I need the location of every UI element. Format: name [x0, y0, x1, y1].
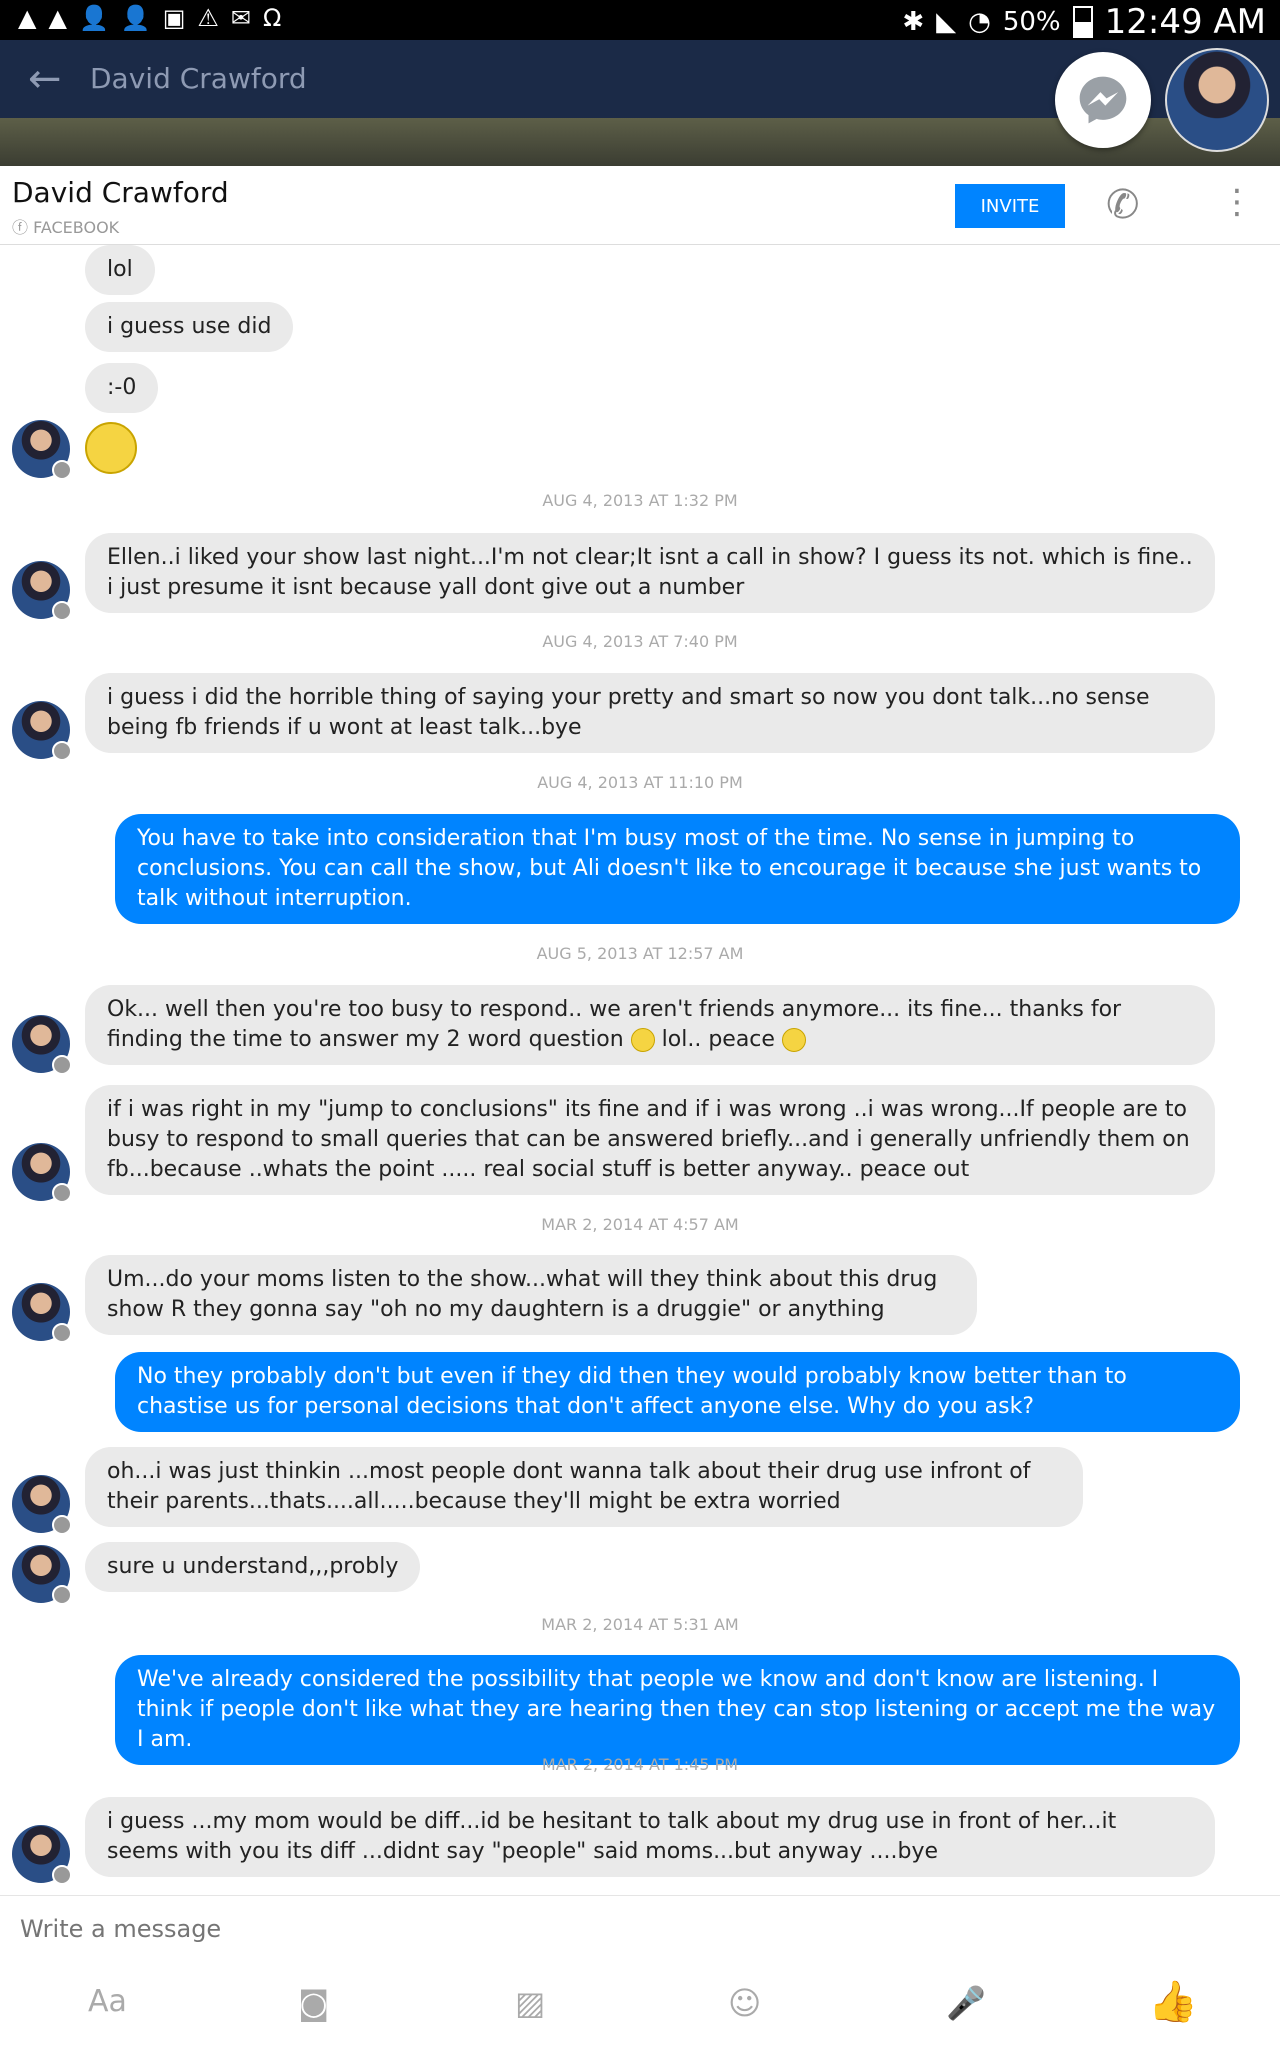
- person-add-icon: 👤: [78, 4, 109, 32]
- timestamp: MAR 2, 2014 AT 1:45 PM: [541, 1755, 739, 1774]
- message-input[interactable]: [18, 1914, 1222, 1944]
- message-bubble-sent[interactable]: You have to take into consideration that…: [115, 814, 1240, 924]
- message-bubble[interactable]: oh...i was just thinkin ...most people d…: [85, 1447, 1083, 1527]
- message-bubble[interactable]: i guess ...my mom would be diff...id be …: [85, 1797, 1215, 1877]
- notification-icon: ▲: [18, 4, 37, 32]
- facebook-badge-icon: [52, 1865, 72, 1885]
- message-bubble[interactable]: Um...do your moms listen to the show...w…: [85, 1255, 977, 1335]
- facebook-badge-icon: [52, 460, 72, 480]
- notification-icons: ▲ ▲ 👤 👤 ▣ ⚠ ✉ Ω: [18, 4, 281, 32]
- signal-icon: ◣: [936, 7, 957, 37]
- message-bubble-sent[interactable]: We've already considered the possibility…: [115, 1655, 1240, 1765]
- emoji-icon[interactable]: ☺: [728, 1984, 761, 2022]
- facebook-badge-icon: [52, 1323, 72, 1343]
- status-right: ✱ ◣ ◔ 50% 12:49 AM: [902, 2, 1266, 42]
- status-bar: ▲ ▲ 👤 👤 ▣ ⚠ ✉ Ω ✱ ◣ ◔ 50% 12:49 AM: [0, 0, 1280, 42]
- contact-source-label: FACEBOOK: [33, 218, 120, 237]
- text-format-button[interactable]: Aa: [88, 1984, 127, 2019]
- gallery-icon[interactable]: ▨: [515, 1984, 545, 2022]
- gmail-icon: ✉: [230, 4, 252, 32]
- message-bubble[interactable]: i guess i did the horrible thing of sayi…: [85, 673, 1215, 753]
- compose-toolbar: Aa ◙ ▨ ☺ 🎤 👍: [0, 1970, 1280, 2048]
- camera-icon[interactable]: ◙: [298, 1984, 329, 2022]
- avatar: [12, 1545, 72, 1605]
- invite-button[interactable]: INVITE: [955, 184, 1065, 228]
- notification-icon: ▲: [48, 4, 67, 32]
- avatar: [12, 1825, 72, 1885]
- conversation-header: David Crawford ⓕ FACEBOOK INVITE ✆ ⋮: [0, 166, 1280, 245]
- smiley-icon: [781, 1028, 806, 1052]
- contact-name: David Crawford: [12, 176, 229, 209]
- message-bubble[interactable]: if i was right in my "jump to conclusion…: [85, 1085, 1215, 1195]
- message-bubble[interactable]: :-0: [85, 363, 159, 413]
- back-arrow-icon[interactable]: ←: [28, 56, 62, 102]
- bluetooth-icon: ✱: [902, 7, 925, 37]
- message-bubble[interactable]: Ok... well then you're too busy to respo…: [85, 985, 1215, 1065]
- timestamp: AUG 4, 2013 AT 11:10 PM: [537, 773, 743, 792]
- messenger-bubble-button[interactable]: [1055, 52, 1151, 148]
- thumbs-up-icon[interactable]: 👍: [1148, 1978, 1198, 2025]
- messenger-icon: [1079, 76, 1127, 124]
- message-bubble-sent[interactable]: No they probably don't but even if they …: [115, 1352, 1240, 1432]
- timestamp: MAR 2, 2014 AT 5:31 AM: [541, 1615, 739, 1634]
- message-bubble[interactable]: sure u understand,,,probly: [85, 1542, 421, 1592]
- facebook-badge-icon: [52, 1055, 72, 1075]
- facebook-badge-icon: [52, 741, 72, 761]
- avatar: [12, 561, 72, 621]
- app-bar-title: David Crawford: [90, 62, 307, 95]
- image-icon: ▣: [162, 4, 186, 32]
- facebook-badge-icon: [52, 1183, 72, 1203]
- message-bubble[interactable]: Ellen..i liked your show last night...I'…: [85, 533, 1215, 613]
- chat-head-avatar[interactable]: [1165, 48, 1269, 152]
- avatar: [12, 1283, 72, 1343]
- contact-source: ⓕ FACEBOOK: [12, 218, 120, 237]
- message-bubble[interactable]: i guess use did: [85, 302, 294, 352]
- timestamp: AUG 4, 2013 AT 7:40 PM: [542, 632, 738, 651]
- battery-icon: [1072, 6, 1093, 38]
- avatar: [12, 701, 72, 761]
- facebook-badge-icon: [52, 1585, 72, 1605]
- message-text: lol.. peace: [654, 1027, 782, 1052]
- message-list[interactable]: lol i guess use did :-0 AUG 4, 2013 AT 1…: [0, 245, 1280, 1895]
- battery-percent: 50%: [1002, 7, 1061, 37]
- warning-icon: ⚠: [197, 4, 219, 32]
- smiley-icon: [630, 1028, 655, 1052]
- clock: 12:49 AM: [1104, 2, 1266, 42]
- avatar: [12, 1475, 72, 1535]
- phone-icon[interactable]: ✆: [1106, 182, 1140, 228]
- facebook-badge-icon: [52, 601, 72, 621]
- timestamp: MAR 2, 2014 AT 4:57 AM: [541, 1215, 739, 1234]
- timestamp: AUG 4, 2013 AT 1:32 PM: [542, 491, 738, 510]
- avatar: [12, 420, 72, 480]
- headset-icon: Ω: [263, 4, 282, 32]
- timestamp: AUG 5, 2013 AT 12:57 AM: [536, 944, 744, 963]
- more-vert-icon[interactable]: ⋮: [1220, 182, 1254, 222]
- facebook-badge-icon: [52, 1515, 72, 1535]
- wifi-icon: ◔: [968, 7, 991, 37]
- mic-icon[interactable]: 🎤: [946, 1984, 986, 2022]
- avatar: [12, 1015, 72, 1075]
- compose-bar: [0, 1895, 1280, 1971]
- avatar: [12, 1143, 72, 1203]
- message-bubble[interactable]: lol: [85, 245, 155, 295]
- message-text: Ok... well then you're too busy to respo…: [107, 997, 1122, 1052]
- smiley-sticker-icon[interactable]: [85, 422, 137, 474]
- person-add-icon: 👤: [120, 4, 151, 32]
